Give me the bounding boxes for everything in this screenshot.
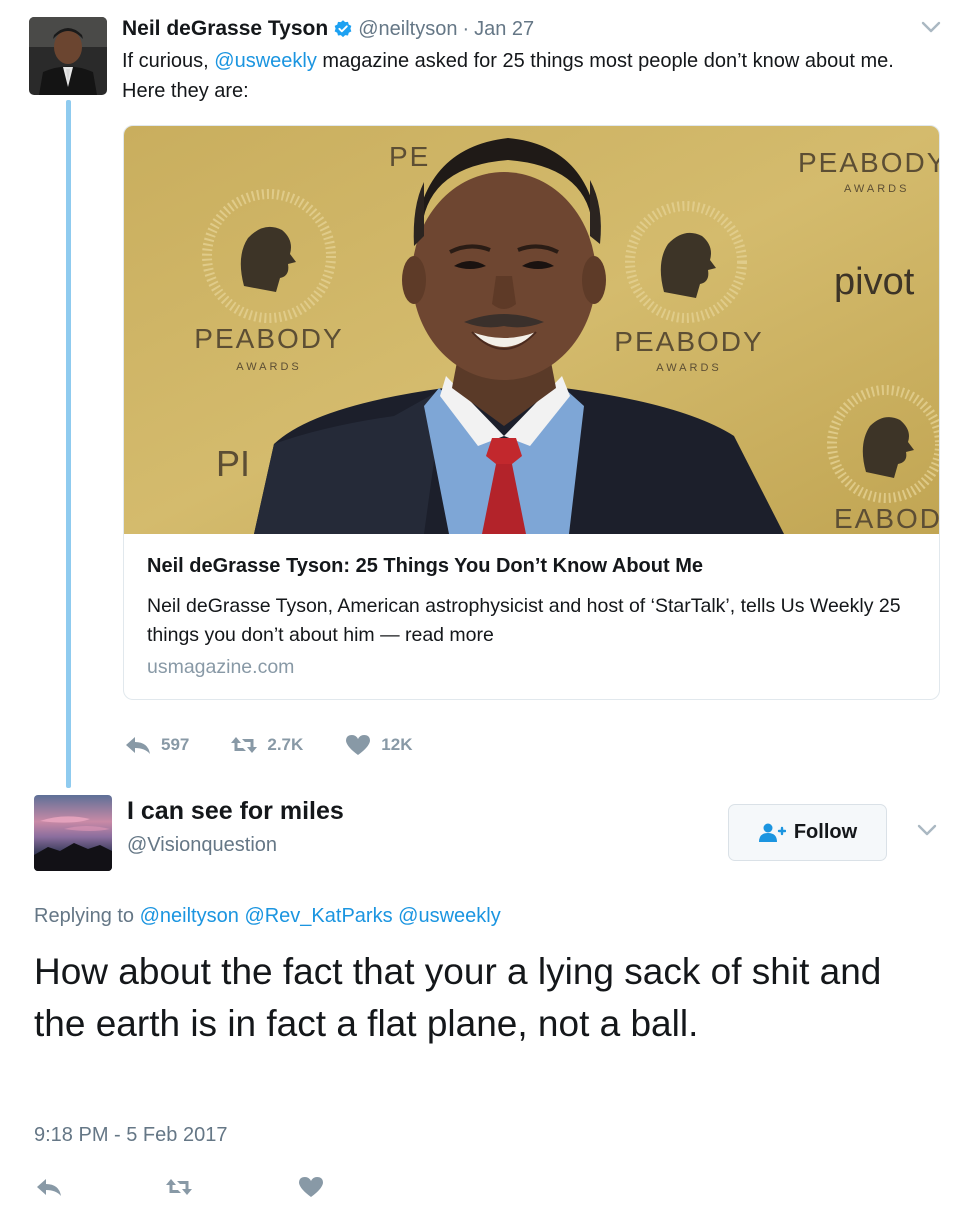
user-handle[interactable]: @neiltyson [358,18,457,41]
backdrop-sponsor-text: pivot [834,261,915,303]
display-name[interactable]: I can see for miles [127,797,344,826]
backdrop-brand-sub: AWARDS [236,361,301,373]
backdrop-brand-sub: AWARDS [844,183,909,195]
backdrop-brand-fragment: PEABODY [798,147,940,178]
tweet-text-part: If curious, [122,50,215,72]
reply-button[interactable] [34,1174,64,1205]
backdrop-brand-sub: AWARDS [656,362,721,374]
mention-link[interactable]: @neiltyson [140,905,239,927]
like-count: 12K [381,735,413,754]
heart-icon [299,1177,323,1197]
reply-icon [126,737,150,754]
separator: · [462,17,470,40]
backdrop-brand-text: PEABODY [194,323,343,354]
tweet-text: How about the fact that your a lying sac… [34,951,882,1044]
backdrop-sponsor-fragment: PI [216,443,250,484]
avatar[interactable] [34,795,112,871]
tweet-actions: 597 2.7K 12K [123,731,452,759]
display-name[interactable]: Neil deGrasse Tyson [122,17,328,41]
follow-button[interactable]: Follow [728,804,887,861]
like-button[interactable]: 12K [343,733,412,757]
mention-link[interactable]: @usweekly [398,905,501,927]
backdrop-brand-fragment: EABOD [834,503,940,534]
retweet-icon [231,737,258,753]
like-button[interactable] [296,1174,326,1205]
tweet-timestamp[interactable]: 9:18 PM - 5 Feb 2017 [34,1124,227,1147]
reply-count: 597 [161,735,190,754]
heart-icon [346,735,371,755]
backdrop-brand-text: PEABODY [614,326,763,357]
card-description: Neil deGrasse Tyson, American astrophysi… [147,595,901,646]
reply-button[interactable]: 597 [123,733,189,757]
tweet-date[interactable]: Jan 27 [474,18,534,41]
card-domain: usmagazine.com [147,656,295,678]
tweet-actions [34,1174,354,1202]
replying-prefix: Replying to [34,905,140,927]
reply-icon [37,1179,61,1196]
tweet-text: If curious, @usweekly magazine asked for… [122,46,922,106]
retweet-icon [166,1179,192,1195]
add-user-icon [758,823,786,842]
parent-tweet: Neil deGrasse Tyson @neiltyson · Jan 27 … [0,0,980,790]
user-handle[interactable]: @Visionquestion [127,834,277,857]
retweet-count: 2.7K [267,735,304,754]
mention-link[interactable]: @usweekly [214,50,317,72]
thread-line [66,100,71,788]
link-card[interactable]: PEABODY AWARDS PEABODY AWARDS EABOD PE P… [123,125,940,700]
tweet-header: Neil deGrasse Tyson @neiltyson · Jan 27 [122,14,534,44]
verified-badge-icon [334,20,352,38]
replying-to: Replying to @neiltyson @Rev_KatParks @us… [34,905,501,928]
follow-label: Follow [793,821,858,843]
avatar[interactable] [29,17,107,95]
backdrop-brand-fragment: PE [389,141,430,172]
retweet-button[interactable]: 2.7K [229,733,303,757]
card-image: PEABODY AWARDS PEABODY AWARDS EABOD PE P… [124,126,940,534]
chevron-down-icon[interactable] [920,20,942,34]
mention-link[interactable]: @Rev_KatParks [244,905,392,927]
retweet-button[interactable] [164,1174,194,1205]
chevron-down-icon[interactable] [916,823,938,837]
card-title[interactable]: Neil deGrasse Tyson: 25 Things You Don’t… [147,555,927,578]
